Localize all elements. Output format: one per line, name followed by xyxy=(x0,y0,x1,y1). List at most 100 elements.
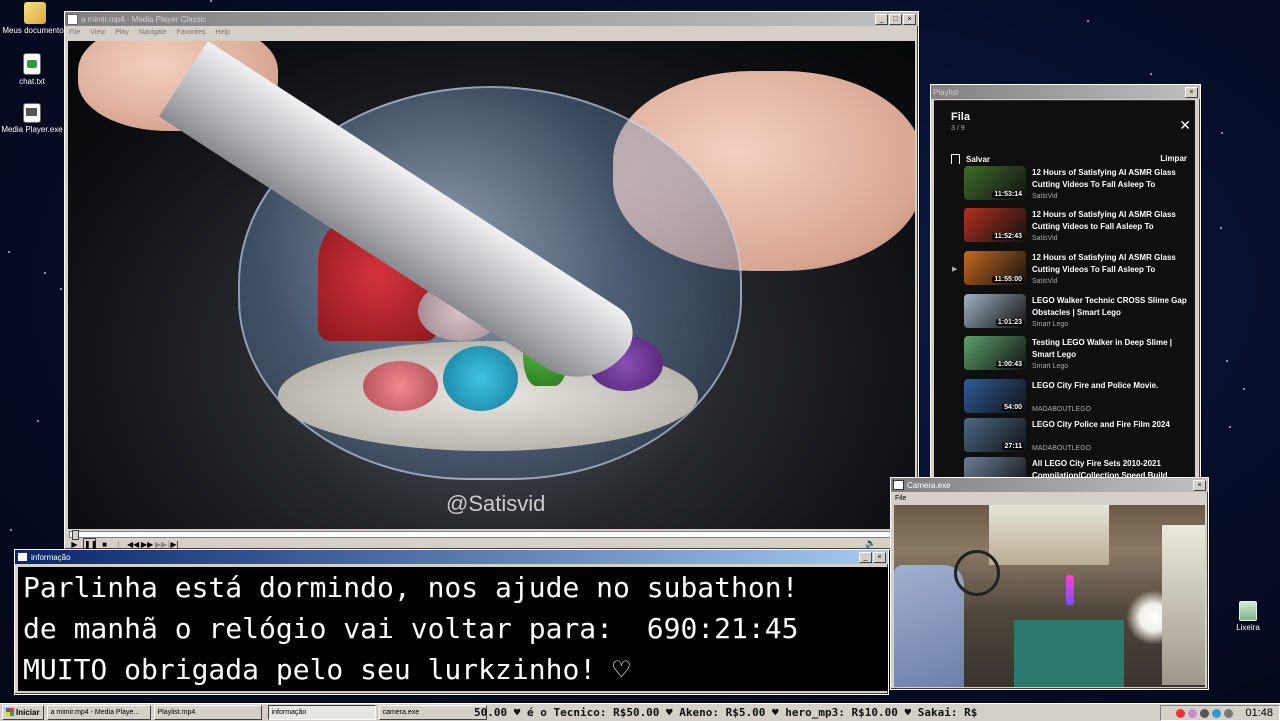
volume-icon[interactable]: 🔈 xyxy=(865,538,876,549)
windows-logo-icon xyxy=(6,708,14,716)
video-title: LEGO Walker Technic CROSS Slime Gap Obst… xyxy=(1032,296,1187,317)
system-tray: 01:48 xyxy=(1160,705,1280,721)
video-title: Testing LEGO Walker in Deep Slime | Smar… xyxy=(1032,338,1173,359)
desktop-icon-label: Meus documentos xyxy=(2,26,68,35)
minimize-button[interactable]: _ xyxy=(859,551,872,563)
chair-blanket xyxy=(894,565,964,687)
task-media-player[interactable]: a mimir.mp4 - Media Playe... xyxy=(46,705,151,720)
minimize-button[interactable]: _ xyxy=(875,13,888,25)
playlist-titlebar[interactable]: Playlist × xyxy=(931,85,1200,99)
tray-app-icon[interactable] xyxy=(1176,708,1186,718)
video-title: LEGO City Fire and Police Movie. xyxy=(1032,381,1159,390)
video-thumbnail: 54:00 xyxy=(964,379,1026,413)
trash-icon xyxy=(1239,601,1257,621)
star xyxy=(44,272,46,274)
desktop-icon-trash[interactable]: Lixeira xyxy=(1225,601,1271,632)
video-duration: 54:00 xyxy=(1002,404,1024,411)
camera-titlebar[interactable]: Camera.exe × xyxy=(891,478,1208,492)
close-icon[interactable]: ✕ xyxy=(1179,117,1191,134)
star xyxy=(1150,73,1152,75)
video-frame[interactable]: @Satisvid xyxy=(68,41,915,529)
video-channel: Smart Lego xyxy=(1032,363,1069,370)
menu-navigate[interactable]: Navigate xyxy=(139,29,167,36)
tray-app-icon[interactable] xyxy=(1212,708,1222,718)
close-button[interactable]: × xyxy=(1185,86,1198,98)
info-titlebar[interactable]: informação _ × xyxy=(15,550,888,564)
queue-item[interactable]: 11:52:43 12 Hours of Satisfying AI ASMR G… xyxy=(952,208,1192,248)
queue-header: Fila 3 / 9 ✕ Salvar Limpar xyxy=(951,111,1191,164)
close-button[interactable]: × xyxy=(1193,479,1206,491)
bookmark-icon xyxy=(951,154,960,164)
star xyxy=(37,420,39,422)
video-watermark: @Satisvid xyxy=(446,491,546,516)
menu-view[interactable]: View xyxy=(90,29,105,36)
menu-file[interactable]: File xyxy=(69,29,80,36)
video-thumbnail: 1:00:43 xyxy=(964,336,1026,370)
info-window[interactable]: informação _ × Parlinha está dormindo, n… xyxy=(14,549,889,695)
video-thumbnail: 11:55:00 xyxy=(964,251,1026,285)
menu-help[interactable]: Help xyxy=(215,29,229,36)
fan xyxy=(954,550,1000,596)
desktop-icon-label: Media Player.exe xyxy=(1,125,63,134)
queue-item[interactable]: ▶ 11:55:00 12 Hours of Satisfying AI ASMR … xyxy=(952,251,1192,291)
close-button[interactable]: × xyxy=(873,551,886,563)
queue-count: 3 / 9 xyxy=(951,125,965,132)
queue-panel: Fila 3 / 9 ✕ Salvar Limpar 11:53:14 12 Ho… xyxy=(934,100,1195,484)
queue-item[interactable]: 1:01:23 LEGO Walker Technic CROSS Slime G… xyxy=(952,294,1192,334)
window-title: informação xyxy=(31,552,71,562)
video-channel: SatisVid xyxy=(1032,235,1058,242)
desktop-icon-label: Lixeira xyxy=(1236,623,1260,632)
task-playlist[interactable]: Playlist.mp4 xyxy=(153,705,262,720)
queue-item[interactable]: 11:53:14 12 Hours of Satisfying AI ASMR G… xyxy=(952,166,1192,206)
playlist-window[interactable]: Playlist × Fila 3 / 9 ✕ Salvar Limpar 11… xyxy=(930,84,1201,486)
start-button[interactable]: Iniciar xyxy=(2,705,44,720)
video-duration: 1:01:23 xyxy=(995,319,1024,326)
star xyxy=(1087,20,1089,22)
maximize-button[interactable]: □ xyxy=(889,13,902,25)
video-duration: 1:00:43 xyxy=(995,361,1024,368)
save-label: Salvar xyxy=(966,155,991,164)
tray-app-icon[interactable] xyxy=(1188,708,1198,718)
led-light xyxy=(1066,575,1074,605)
task-camera[interactable]: camera.exe xyxy=(378,705,487,720)
seek-bar[interactable] xyxy=(69,530,916,540)
queue-item[interactable]: 1:00:43 Testing LEGO Walker in Deep Slime… xyxy=(952,336,1192,376)
clear-button[interactable]: Limpar xyxy=(1160,154,1187,164)
save-button[interactable]: Salvar xyxy=(951,154,990,164)
close-button[interactable]: × xyxy=(903,13,916,25)
video-thumbnail: 11:52:43 xyxy=(964,208,1026,242)
star xyxy=(1243,388,1245,390)
video-channel: SatisVid xyxy=(1032,278,1058,285)
start-label: Iniciar xyxy=(16,708,40,717)
frame-step-icon[interactable]: ▶| xyxy=(169,539,180,550)
app-icon xyxy=(67,13,78,25)
prev-icon[interactable]: |◀◀ xyxy=(113,539,125,560)
window-light xyxy=(989,505,1109,565)
media-player-window[interactable]: a mimir.mp4 - Media Player Classic _ □ ×… xyxy=(64,11,919,560)
media-player-titlebar[interactable]: a mimir.mp4 - Media Player Classic _ □ × xyxy=(65,12,918,26)
stop-icon[interactable]: ■ xyxy=(99,539,110,550)
folder-icon xyxy=(24,2,46,24)
task-informacao[interactable]: informação xyxy=(267,705,376,720)
speaker-icon[interactable] xyxy=(1224,708,1234,718)
camera-window[interactable]: Camera.exe × File xyxy=(890,477,1209,690)
next-icon[interactable]: ▶▶| xyxy=(155,539,169,550)
forward-icon[interactable]: ▶▶ xyxy=(141,539,153,550)
desktop-icon-media-player[interactable]: Media Player.exe xyxy=(0,103,67,134)
video-duration: 11:53:14 xyxy=(992,191,1024,198)
video-duration: 11:55:00 xyxy=(992,276,1024,283)
media-player-icon xyxy=(23,103,41,123)
info-message: Parlinha está dormindo, nos ajude no sub… xyxy=(18,567,888,691)
menu-favorites[interactable]: Favorites xyxy=(177,29,206,36)
menu-file[interactable]: File xyxy=(895,495,906,502)
menu-play[interactable]: Play xyxy=(115,29,129,36)
queue-title: Fila xyxy=(951,111,970,123)
play-icon[interactable]: ▶ xyxy=(69,539,80,550)
tray-app-icon[interactable] xyxy=(1200,708,1210,718)
rewind-icon[interactable]: ◀◀ xyxy=(127,539,139,550)
queue-item[interactable]: 54:00 LEGO City Fire and Police Movie. MAD… xyxy=(952,379,1192,419)
desktop-icon-chat[interactable]: chat.txt xyxy=(0,53,67,86)
desktop-icon-documents[interactable]: Meus documentos xyxy=(0,2,70,35)
queue-item[interactable]: 27:11 LEGO City Police and Fire Film 2024… xyxy=(952,418,1192,458)
right-cabinet xyxy=(1162,525,1205,685)
